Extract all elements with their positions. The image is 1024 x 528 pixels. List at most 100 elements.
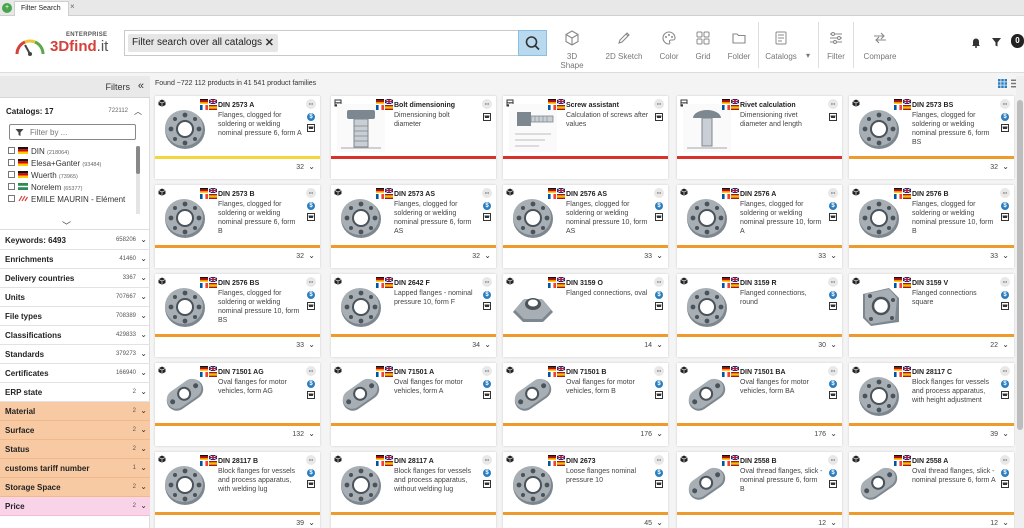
more-options-icon[interactable]: ••• bbox=[1000, 188, 1010, 198]
more-options-icon[interactable]: ••• bbox=[828, 366, 838, 376]
chevron-down-icon[interactable]: ⌄ bbox=[140, 311, 147, 320]
chevron-down-icon[interactable]: ⌄ bbox=[140, 406, 147, 415]
logo[interactable]: ENTERPRISE 3Dfind.it bbox=[14, 32, 114, 60]
filter-row[interactable]: Standards 379273 ⌄ bbox=[0, 345, 150, 364]
chevron-down-icon[interactable]: ⌄ bbox=[140, 368, 147, 377]
search-box[interactable]: Filter search over all catalogs ✕ bbox=[124, 30, 547, 56]
catalog-checkbox[interactable] bbox=[8, 183, 15, 191]
product-image[interactable] bbox=[855, 460, 903, 508]
price-icon[interactable]: $ bbox=[1001, 291, 1009, 299]
product-image[interactable] bbox=[683, 460, 731, 508]
product-image[interactable] bbox=[161, 193, 209, 241]
more-options-icon[interactable]: ••• bbox=[1000, 366, 1010, 376]
product-card[interactable]: DIN 3159 V Flanged connections square ••• $… bbox=[849, 274, 1014, 357]
more-options-icon[interactable]: ••• bbox=[828, 455, 838, 465]
filter-row[interactable]: File types 708389 ⌄ bbox=[0, 307, 150, 326]
price-icon[interactable]: $ bbox=[829, 380, 837, 388]
chevron-down-icon[interactable]: ⌄ bbox=[140, 330, 147, 339]
product-image[interactable] bbox=[161, 282, 209, 330]
more-options-icon[interactable]: ••• bbox=[482, 99, 492, 109]
tool-filter[interactable]: Filter bbox=[822, 28, 850, 72]
more-options-icon[interactable]: ••• bbox=[654, 366, 664, 376]
product-card[interactable]: DIN 71501 BA Oval flanges for motor vehic… bbox=[677, 363, 842, 446]
add-to-cart-icon[interactable] bbox=[307, 302, 315, 310]
notification-bell-icon[interactable] bbox=[970, 36, 982, 48]
price-icon[interactable]: $ bbox=[829, 291, 837, 299]
filter-row[interactable]: ERP state 2 ⌄ bbox=[0, 383, 150, 402]
product-image[interactable] bbox=[683, 371, 731, 419]
product-image[interactable] bbox=[683, 104, 731, 152]
remove-chip-icon[interactable]: ✕ bbox=[265, 34, 274, 52]
filter-row[interactable]: Surface 2 ⌄ bbox=[0, 421, 150, 440]
product-image[interactable] bbox=[161, 104, 209, 152]
product-image[interactable] bbox=[337, 460, 385, 508]
add-to-cart-icon[interactable] bbox=[655, 113, 663, 121]
product-card[interactable]: DIN 2573 BS Flanges, clogged for solderin… bbox=[849, 96, 1014, 179]
catalog-item[interactable]: Wuerth (73965) bbox=[8, 170, 130, 182]
product-image[interactable] bbox=[161, 371, 209, 419]
product-image[interactable] bbox=[855, 282, 903, 330]
expand-variants-icon[interactable]: ⌄ bbox=[484, 251, 491, 260]
tool-color[interactable]: Color bbox=[655, 28, 683, 72]
catalog-filter-input[interactable] bbox=[30, 127, 130, 137]
product-image[interactable] bbox=[337, 371, 385, 419]
price-icon[interactable]: $ bbox=[307, 202, 315, 210]
filter-row[interactable]: Price 2 ⌄ bbox=[0, 497, 150, 516]
price-icon[interactable]: $ bbox=[307, 469, 315, 477]
add-to-cart-icon[interactable] bbox=[829, 391, 837, 399]
product-card[interactable]: Rivet calculation Dimensioning rivet diam… bbox=[677, 96, 842, 179]
filter-row[interactable]: Material 2 ⌄ bbox=[0, 402, 150, 421]
catalog-checkbox[interactable] bbox=[8, 147, 15, 155]
tool-folder[interactable]: Folder bbox=[723, 28, 755, 72]
price-icon[interactable]: $ bbox=[307, 380, 315, 388]
search-chip[interactable]: Filter search over all catalogs ✕ bbox=[128, 34, 278, 52]
price-icon[interactable]: $ bbox=[307, 291, 315, 299]
catalog-checkbox[interactable] bbox=[8, 171, 15, 179]
tab-filter-search[interactable]: Filter Search bbox=[14, 1, 69, 16]
add-to-cart-icon[interactable] bbox=[307, 124, 315, 132]
add-to-cart-icon[interactable] bbox=[655, 480, 663, 488]
product-image[interactable] bbox=[509, 193, 557, 241]
chevron-down-icon[interactable]: ⌄ bbox=[140, 482, 147, 491]
filter-row[interactable]: Units 707667 ⌄ bbox=[0, 288, 150, 307]
filter-row[interactable]: Storage Space 2 ⌄ bbox=[0, 478, 150, 497]
chevron-down-icon[interactable]: ⌄ bbox=[140, 292, 147, 301]
add-to-cart-icon[interactable] bbox=[307, 213, 315, 221]
price-icon[interactable]: $ bbox=[829, 202, 837, 210]
tool-grid[interactable]: Grid bbox=[691, 28, 715, 72]
add-to-cart-icon[interactable] bbox=[1001, 302, 1009, 310]
filter-row[interactable]: Classifications 429833 ⌄ bbox=[0, 326, 150, 345]
expand-variants-icon[interactable]: ⌄ bbox=[1002, 251, 1009, 260]
expand-variants-icon[interactable]: ⌄ bbox=[830, 518, 837, 527]
price-icon[interactable]: $ bbox=[1001, 469, 1009, 477]
price-icon[interactable]: $ bbox=[483, 380, 491, 388]
add-to-cart-icon[interactable] bbox=[829, 213, 837, 221]
product-card[interactable]: DIN 28117 B Block flanges for vessels and… bbox=[155, 452, 320, 528]
more-options-icon[interactable]: ••• bbox=[482, 455, 492, 465]
add-to-cart-icon[interactable] bbox=[1001, 124, 1009, 132]
product-card[interactable]: DIN 2573 B Flanges, clogged for soldering… bbox=[155, 185, 320, 268]
product-card[interactable]: Screw assistant Calculation of screws aft… bbox=[503, 96, 668, 179]
more-options-icon[interactable]: ••• bbox=[654, 99, 664, 109]
price-icon[interactable]: $ bbox=[655, 380, 663, 388]
more-options-icon[interactable]: ••• bbox=[654, 188, 664, 198]
add-to-cart-icon[interactable] bbox=[483, 480, 491, 488]
tool-catalogs[interactable]: Catalogs bbox=[762, 28, 800, 72]
price-icon[interactable]: $ bbox=[483, 469, 491, 477]
chevron-down-icon[interactable]: ⌄ bbox=[140, 349, 147, 358]
product-image[interactable] bbox=[161, 460, 209, 508]
catalog-item[interactable]: EMILE MAURIN - Elément bbox=[8, 194, 130, 206]
expand-variants-icon[interactable]: ⌄ bbox=[830, 251, 837, 260]
expand-variants-icon[interactable]: ⌄ bbox=[1002, 429, 1009, 438]
add-to-cart-icon[interactable] bbox=[1001, 480, 1009, 488]
filter-row[interactable]: Enrichments 41460 ⌄ bbox=[0, 250, 150, 269]
product-card[interactable]: DIN 3159 O Flanged connections, oval ••• $1… bbox=[503, 274, 668, 357]
product-card[interactable]: DIN 71501 A Oval flanges for motor vehicl… bbox=[331, 363, 496, 446]
product-card[interactable]: DIN 2576 A Flanges, clogged for soldering… bbox=[677, 185, 842, 268]
more-options-icon[interactable]: ••• bbox=[306, 188, 316, 198]
tool-compare[interactable]: Compare bbox=[858, 28, 902, 72]
more-options-icon[interactable]: ••• bbox=[654, 455, 664, 465]
product-card[interactable]: DIN 3159 R Flanged connections, round ••• $… bbox=[677, 274, 842, 357]
expand-variants-icon[interactable]: ⌄ bbox=[308, 518, 315, 527]
expand-variants-icon[interactable]: ⌄ bbox=[656, 251, 663, 260]
